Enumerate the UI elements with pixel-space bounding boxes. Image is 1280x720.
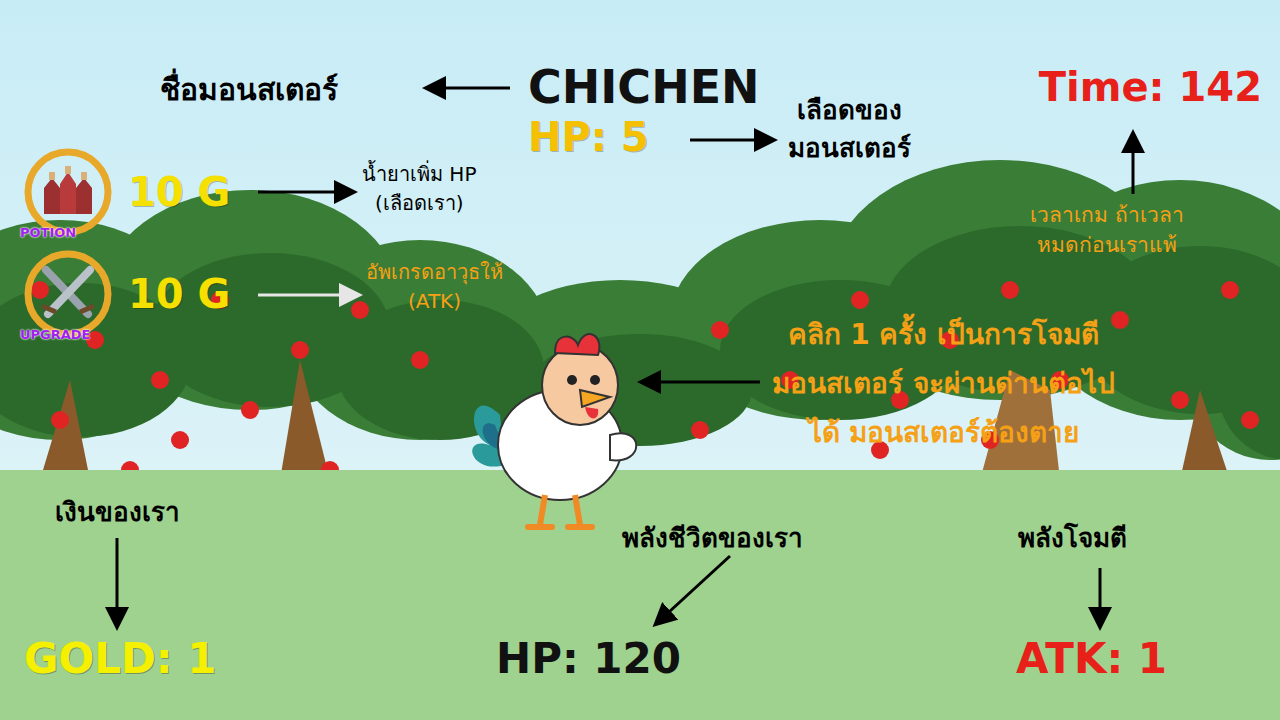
annotation-line: ชื่อมอนสเตอร์	[160, 68, 338, 112]
annotation-line: เวลาเกม ถ้าเวลา	[1030, 200, 1184, 230]
game-screen: CHICHENHP: 5Time: 142POTION10 GUPGRADE10…	[0, 0, 1280, 720]
game-timer: Time: 142	[1039, 64, 1262, 110]
annotation-line: พลังโจมตี	[1018, 520, 1127, 558]
annotation-line: เงินของเรา	[55, 494, 180, 532]
potion-icon[interactable]: POTION	[18, 148, 118, 236]
shop-item-label: UPGRADE	[20, 327, 91, 342]
player-atk: ATK: 1	[1016, 634, 1167, 683]
player-hp: HP: 120	[496, 634, 681, 683]
annotation-line: ได้ มอนสเตอร์ต้องตาย	[772, 408, 1115, 457]
monster-hp: HP: 5	[528, 114, 649, 160]
annotation: พลังโจมตี	[1018, 520, 1127, 558]
annotation-line: น้ำยาเพิ่ม HP	[362, 160, 476, 189]
arrow	[1132, 135, 1135, 194]
annotation: ชื่อมอนสเตอร์	[160, 68, 338, 112]
arrow	[258, 191, 352, 194]
annotation: เวลาเกม ถ้าเวลาหมดก่อนเราแพ้	[1030, 200, 1184, 261]
annotation-line: พลังชีวิตของเรา	[622, 520, 803, 558]
swords-icon[interactable]: UPGRADE	[18, 250, 118, 338]
annotation: น้ำยาเพิ่ม HP(เลือดเรา)	[362, 160, 476, 218]
annotation-line: หมดก่อนเราแพ้	[1030, 230, 1184, 260]
annotation-line: อัพเกรดอาวุธให้	[366, 258, 503, 287]
shop-item: POTION10 G	[18, 148, 230, 236]
shop-item-price: 10 G	[128, 169, 230, 215]
shop-item-label: POTION	[20, 225, 76, 240]
arrow	[690, 139, 772, 142]
annotation-line: คลิก 1 ครั้ง เป็นการโจมตี	[772, 310, 1115, 359]
arrow	[1099, 568, 1102, 625]
arrow	[657, 556, 730, 623]
shop-item-price: 10 G	[128, 271, 230, 317]
annotation-line: (ATK)	[366, 287, 503, 316]
annotation: เลือดของมอนสเตอร์	[788, 92, 911, 167]
shop-item: UPGRADE10 G	[18, 250, 230, 338]
annotation-line: มอนสเตอร์	[788, 130, 911, 168]
arrow	[258, 294, 357, 297]
arrow	[428, 87, 510, 90]
annotation-line: มอนสเตอร์ จะผ่านด่านต่อไป	[772, 359, 1115, 408]
monster-name: CHICHEN	[528, 60, 760, 114]
annotation-line: เลือดของ	[788, 92, 911, 130]
arrow	[116, 538, 119, 625]
annotation: อัพเกรดอาวุธให้(ATK)	[366, 258, 503, 316]
chicken-monster[interactable]	[460, 325, 660, 535]
shop: POTION10 GUPGRADE10 G	[18, 148, 230, 338]
player-gold: GOLD: 1	[24, 634, 216, 683]
annotation: เงินของเรา	[55, 494, 180, 532]
arrow	[643, 381, 760, 384]
annotation: คลิก 1 ครั้ง เป็นการโจมตีมอนสเตอร์ จะผ่า…	[772, 310, 1115, 457]
annotation-line: (เลือดเรา)	[362, 189, 476, 218]
annotation: พลังชีวิตของเรา	[622, 520, 803, 558]
